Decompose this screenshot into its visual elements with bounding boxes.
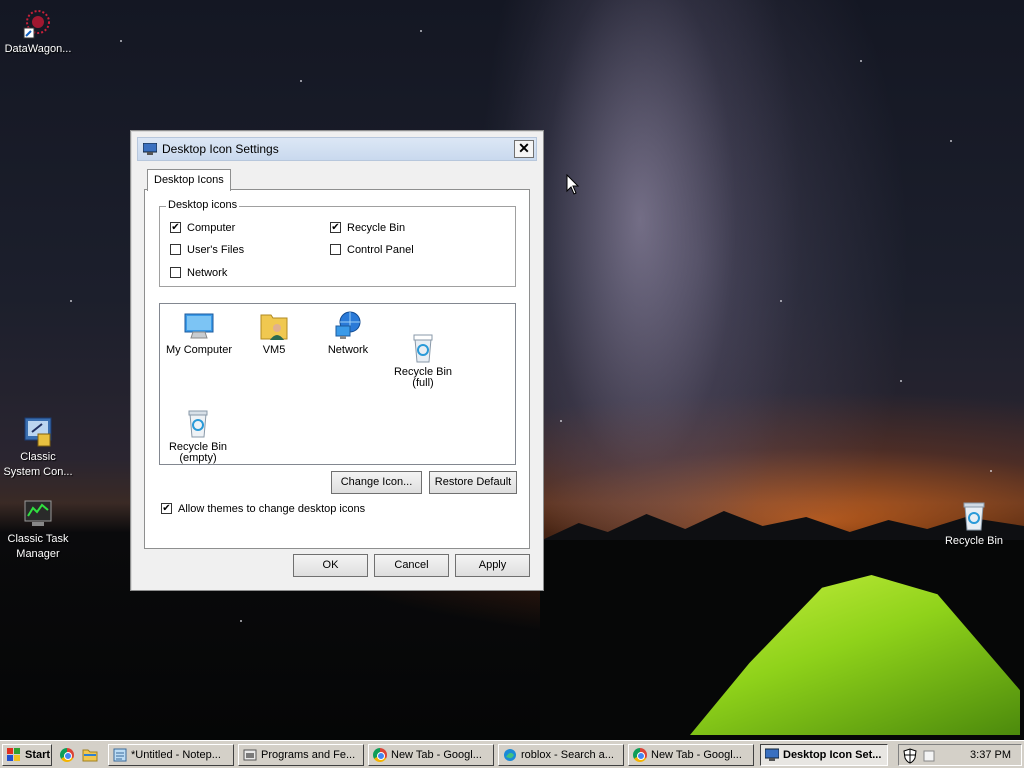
change-icon-button[interactable]: Change Icon... (331, 471, 422, 494)
desktop-icon-recycle-bin[interactable]: Recycle Bin (936, 500, 1012, 549)
task-manager-icon (22, 498, 54, 530)
taskbar-item-label: roblox - Search a... (521, 749, 614, 761)
start-button[interactable]: Start (2, 744, 52, 766)
checkbox-box[interactable]: ✔ (170, 221, 181, 233)
chrome-icon (373, 748, 387, 762)
checkbox-box[interactable] (330, 243, 341, 255)
list-item-network[interactable]: Network (310, 310, 386, 356)
list-item-label: VM5 (262, 344, 286, 356)
icon-list[interactable]: My Computer VM5 Network Recycle Bin (ful… (159, 303, 516, 465)
desktop-icon-label: Classic Task Manager (7, 533, 69, 560)
checkbox-label: User's Files (187, 244, 245, 256)
taskbar-item-label: *Untitled - Notep... (131, 749, 221, 761)
list-item-my-computer[interactable]: My Computer (161, 310, 237, 356)
ok-button[interactable]: OK (293, 554, 368, 577)
checkbox-allow-themes[interactable]: ✔ Allow themes to change desktop icons (161, 502, 365, 518)
desktop-icons-group: Desktop icons ✔ Computer ✔ Recycle Bin Use… (159, 199, 516, 287)
notepad-icon (113, 748, 127, 762)
close-button[interactable]: ✕ (514, 140, 534, 158)
list-item-label: Recycle Bin (empty) (168, 441, 228, 464)
list-item-vm5[interactable]: VM5 (236, 310, 312, 356)
quicklaunch-explorer-icon[interactable] (82, 748, 98, 762)
system-tray: 3:37 PM (898, 744, 1022, 766)
network-icon (332, 310, 364, 342)
taskbar-item-desktop-icon-settings[interactable]: Desktop Icon Set... (760, 744, 888, 766)
list-item-label: Network (327, 344, 369, 356)
recycle-bin-full-icon (407, 321, 439, 363)
desktop-icon-classic-system-control[interactable]: Classic System Con... (0, 416, 76, 480)
security-shield-icon[interactable] (903, 748, 917, 764)
checkbox-network[interactable]: Network (170, 266, 227, 282)
programs-icon (243, 749, 257, 761)
user-files-icon (258, 310, 290, 342)
tab-panel: Desktop icons ✔ Computer ✔ Recycle Bin Use… (144, 189, 530, 549)
checkbox-label: Network (187, 267, 228, 279)
list-item-recycle-bin-empty[interactable]: Recycle Bin (empty) (160, 385, 236, 475)
desktop-icon-settings-dialog: Desktop Icon Settings ✕ Desktop Icons De… (130, 130, 544, 591)
desktop-icon-datawagon[interactable]: DataWagon... (0, 8, 76, 57)
tab-desktop-icons[interactable]: Desktop Icons (147, 169, 231, 191)
checkbox-label: Computer (187, 222, 236, 234)
clock[interactable]: 3:37 PM (970, 749, 1011, 761)
taskbar-item-label: Programs and Fe... (261, 749, 356, 761)
desktop-icon-label: DataWagon... (4, 43, 72, 55)
tray-app-icon[interactable] (923, 750, 935, 762)
taskbar-item-notepad[interactable]: *Untitled - Notep... (108, 744, 234, 766)
checkbox-box[interactable]: ✔ (161, 502, 172, 514)
desktop-icon-label: Recycle Bin (944, 535, 1004, 547)
restore-default-button[interactable]: Restore Default (429, 471, 517, 494)
checkbox-label: Recycle Bin (347, 222, 406, 234)
desktop-icon-label: Classic System Con... (3, 451, 73, 478)
apply-button[interactable]: Apply (455, 554, 530, 577)
start-label: Start (25, 749, 51, 761)
edge-icon (504, 749, 516, 761)
taskbar-item-edge[interactable]: roblox - Search a... (498, 744, 624, 766)
datawagon-icon (22, 8, 54, 40)
group-label: Desktop icons (166, 199, 240, 211)
mouse-cursor-icon (566, 174, 580, 195)
taskbar-item-chrome-1[interactable]: New Tab - Googl... (368, 744, 494, 766)
checkbox-box[interactable]: ✔ (330, 221, 341, 233)
checkbox-box[interactable] (170, 266, 181, 278)
checkbox-box[interactable] (170, 243, 181, 255)
system-control-icon (22, 416, 54, 448)
desktop-icon-classic-task-manager[interactable]: Classic Task Manager (0, 498, 76, 562)
list-item-label: Recycle Bin (full) (393, 366, 453, 389)
taskbar-item-label: New Tab - Googl... (651, 749, 742, 761)
taskbar-item-chrome-2[interactable]: New Tab - Googl... (628, 744, 754, 766)
dialog-title: Desktop Icon Settings (162, 142, 279, 156)
computer-icon (183, 310, 215, 342)
checkbox-computer[interactable]: ✔ Computer (170, 221, 235, 237)
checkbox-label: Allow themes to change desktop icons (178, 503, 366, 515)
list-item-recycle-bin-full[interactable]: Recycle Bin (full) (385, 310, 461, 400)
desktop-settings-icon (765, 748, 779, 761)
recycle-bin-empty-icon (182, 396, 214, 438)
taskbar-item-label: New Tab - Googl... (391, 749, 482, 761)
dialog-titlebar[interactable]: Desktop Icon Settings ✕ (137, 137, 537, 161)
recycle-bin-icon (958, 500, 990, 532)
checkbox-recycle-bin[interactable]: ✔ Recycle Bin (330, 221, 405, 237)
list-item-label: My Computer (165, 344, 233, 356)
checkbox-users-files[interactable]: User's Files (170, 243, 244, 259)
taskbar-item-programs[interactable]: Programs and Fe... (238, 744, 364, 766)
checkbox-control-panel[interactable]: Control Panel (330, 243, 414, 259)
cancel-button[interactable]: Cancel (374, 554, 449, 577)
checkbox-label: Control Panel (347, 244, 414, 256)
windows-logo-icon (7, 748, 20, 761)
taskbar: Start *Untitled - Notep... Programs and … (0, 740, 1024, 768)
desktop-settings-icon (143, 143, 157, 155)
taskbar-item-label: Desktop Icon Set... (783, 749, 882, 761)
chrome-icon (633, 748, 647, 762)
quicklaunch-chrome-icon[interactable] (60, 748, 74, 762)
